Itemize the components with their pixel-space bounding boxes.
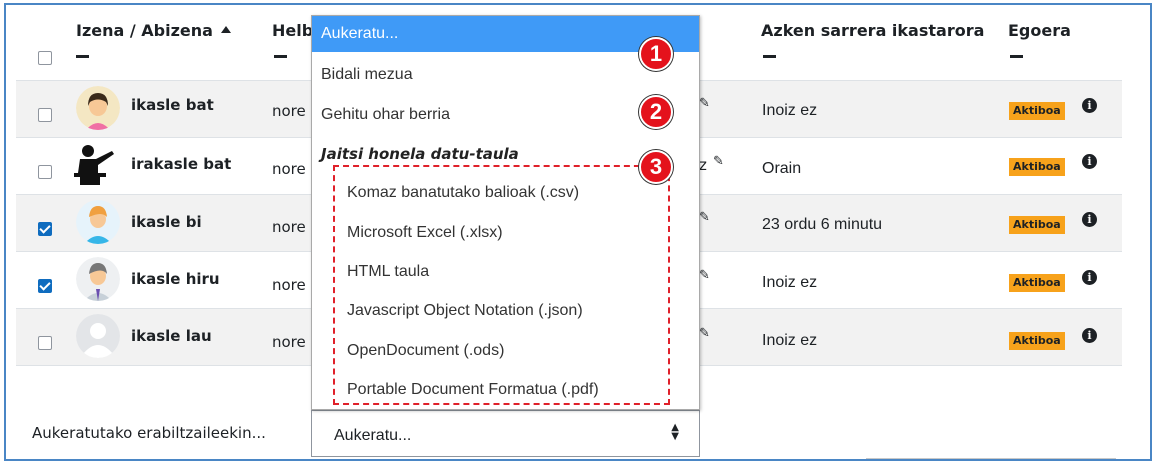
callout-number: 3 (639, 150, 673, 184)
edit-pencil-icon[interactable]: ✎ (699, 326, 710, 341)
last-access: Inoiz ez (762, 332, 818, 349)
edit-pencil-icon[interactable]: ✎ (699, 96, 710, 111)
bulk-action-select[interactable]: Aukeratu... ▲ ▼ (311, 410, 700, 457)
callout-number: 1 (639, 37, 673, 71)
info-icon[interactable]: i (1082, 154, 1097, 169)
select-all-checkbox[interactable] (38, 51, 52, 65)
select-value: Aukeratu... (334, 427, 412, 444)
user-name-link[interactable]: ikasle bi (131, 213, 202, 231)
status-badge: Aktiboa (1009, 158, 1065, 176)
last-access: 23 ordu 6 minutu (762, 216, 883, 233)
select-arrows-icon: ▲ ▼ (671, 422, 679, 442)
user-name-link[interactable]: irakasle bat (131, 155, 231, 173)
row-checkbox[interactable] (38, 222, 52, 236)
info-icon[interactable]: i (1082, 212, 1097, 227)
status-badge: Aktiboa (1009, 332, 1065, 350)
row-checkbox[interactable] (38, 279, 52, 293)
column-hide-icon[interactable] (763, 55, 776, 58)
last-access: Orain (762, 160, 802, 177)
column-header-last-access[interactable]: Azken sarrera ikastarora (761, 21, 984, 40)
column-header-email[interactable]: Helb (272, 21, 313, 40)
avatar[interactable] (76, 200, 120, 244)
user-email: nore (272, 160, 306, 178)
edit-pencil-icon[interactable]: ✎ (699, 210, 710, 225)
row-checkbox[interactable] (38, 165, 52, 179)
user-email-tail: z (699, 156, 707, 174)
user-email: nore (272, 333, 306, 351)
avatar[interactable] (76, 86, 120, 130)
highlight-box (333, 165, 670, 405)
column-header-status[interactable]: Egoera (1008, 21, 1071, 40)
avatar[interactable] (76, 257, 120, 301)
avatar[interactable] (72, 143, 116, 187)
user-email: nore (272, 218, 306, 236)
status-badge: Aktiboa (1009, 216, 1065, 234)
info-icon[interactable]: i (1082, 328, 1097, 343)
edit-pencil-icon[interactable]: ✎ (699, 268, 710, 283)
sort-ascending-icon (220, 26, 231, 33)
user-email: nore (272, 102, 306, 120)
user-email: nore (272, 276, 306, 294)
status-badge: Aktiboa (1009, 102, 1065, 120)
bulk-action-label: Aukeratutako erabiltzaileekin... (32, 424, 266, 442)
column-hide-icon[interactable] (1010, 55, 1023, 58)
user-name-link[interactable]: ikasle hiru (131, 270, 220, 288)
info-icon[interactable]: i (1082, 98, 1097, 113)
row-checkbox[interactable] (38, 336, 52, 350)
column-hide-icon[interactable] (274, 55, 287, 58)
last-access: Inoiz ez (762, 274, 818, 291)
edit-pencil-icon[interactable]: ✎ (713, 154, 724, 169)
info-icon[interactable]: i (1082, 270, 1097, 285)
dropdown-optgroup-label: Jaitsi honela datu-taula (321, 145, 519, 163)
divider (866, 458, 1116, 459)
avatar[interactable] (76, 314, 120, 358)
column-header-name[interactable]: Izena / Abizena (76, 21, 231, 40)
status-badge: Aktiboa (1009, 274, 1065, 292)
user-name-link[interactable]: ikasle bat (131, 96, 214, 114)
user-name-link[interactable]: ikasle lau (131, 327, 212, 345)
last-access: Inoiz ez (762, 102, 818, 119)
row-checkbox[interactable] (38, 108, 52, 122)
callout-number: 2 (639, 95, 673, 129)
column-hide-icon[interactable] (76, 55, 89, 58)
